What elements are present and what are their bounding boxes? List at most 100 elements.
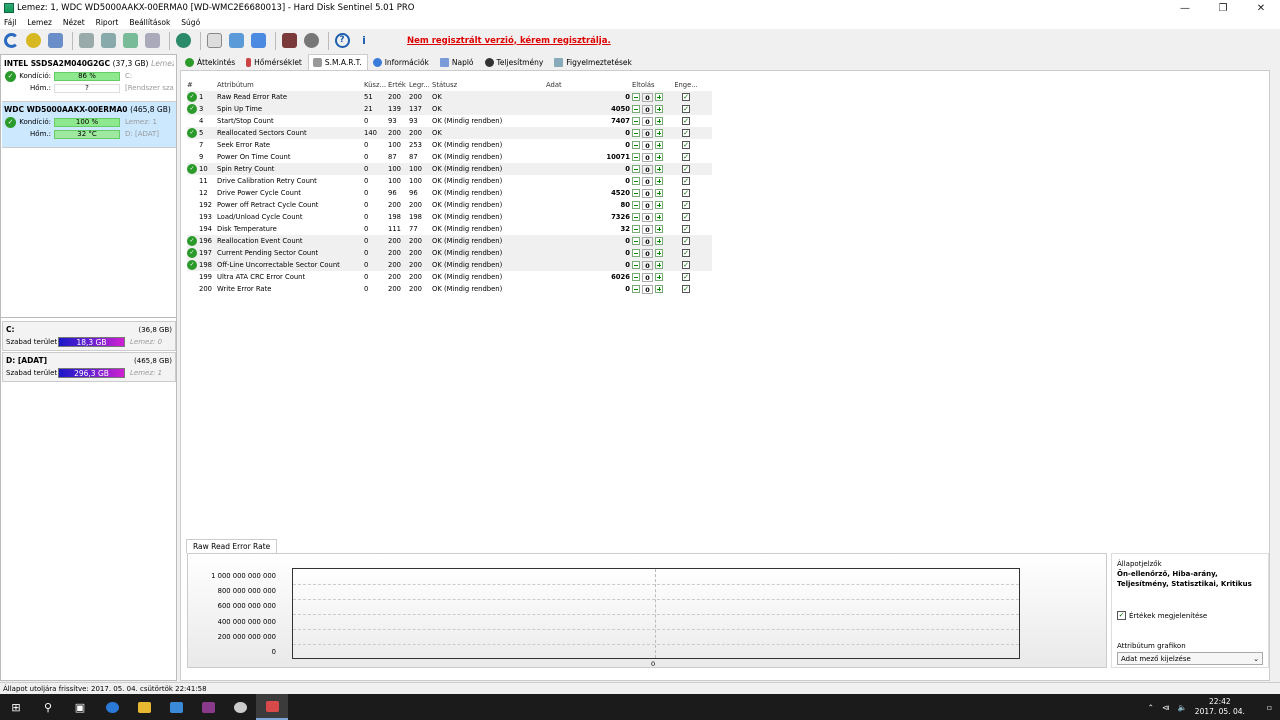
offset-value[interactable]: 0 <box>642 176 653 186</box>
enable-checkbox[interactable]: ✓ <box>682 201 690 209</box>
disk-repair-icon[interactable] <box>121 32 139 50</box>
enable-checkbox[interactable]: ✓ <box>682 261 690 269</box>
tab-overview[interactable]: Áttekintés <box>180 55 241 70</box>
search-icon[interactable]: ⚲ <box>32 694 64 720</box>
menu-file[interactable]: Fájl <box>4 18 16 27</box>
enable-checkbox[interactable]: ✓ <box>682 177 690 185</box>
store-icon[interactable] <box>160 694 192 720</box>
minus-icon[interactable] <box>632 153 640 161</box>
table-row[interactable]: ✓ 10 Spin Retry Count 0 100 100 OK (Mindig ren… <box>187 163 712 175</box>
task-view-icon[interactable]: ▣ <box>64 694 96 720</box>
table-row[interactable]: 7 Seek Error Rate 0 100 253 OK (Mindig rendbe… <box>187 139 712 151</box>
minus-icon[interactable] <box>632 165 640 173</box>
col-threshold[interactable]: Küsz... <box>364 81 388 89</box>
table-row[interactable]: 192 Power off Retract Cycle Count 0 200 200 O… <box>187 199 712 211</box>
offset-value[interactable]: 0 <box>642 224 653 234</box>
app-icon-generic[interactable] <box>224 694 256 720</box>
table-row[interactable]: ✓ 5 Reallocated Sectors Count 140 200 200 OK 0 0… <box>187 127 712 139</box>
offset-value[interactable]: 0 <box>642 128 653 138</box>
disk-tool-icon[interactable] <box>143 32 161 50</box>
col-num[interactable]: # <box>187 81 199 89</box>
menu-report[interactable]: Riport <box>96 18 119 27</box>
col-status[interactable]: Státusz <box>432 81 534 89</box>
table-row[interactable]: ✓ 3 Spin Up Time 21 139 137 OK 4050 0 ✓ <box>187 103 712 115</box>
enable-checkbox[interactable]: ✓ <box>682 93 690 101</box>
plus-icon[interactable] <box>655 273 663 281</box>
minus-icon[interactable] <box>632 177 640 185</box>
disk-surface-icon[interactable] <box>99 32 117 50</box>
offset-value[interactable]: 0 <box>642 104 653 114</box>
enable-checkbox[interactable]: ✓ <box>682 237 690 245</box>
plus-icon[interactable] <box>655 105 663 113</box>
enable-checkbox[interactable]: ✓ <box>682 189 690 197</box>
info-icon[interactable]: i <box>355 32 373 50</box>
minus-icon[interactable] <box>632 201 640 209</box>
explorer-icon[interactable] <box>128 694 160 720</box>
offset-value[interactable]: 0 <box>642 200 653 210</box>
plus-icon[interactable] <box>655 165 663 173</box>
plus-icon[interactable] <box>655 117 663 125</box>
tab-temperature[interactable]: Hőmérséklet <box>241 55 308 70</box>
col-offset[interactable]: Eltolás <box>632 81 675 89</box>
minus-icon[interactable] <box>632 129 640 137</box>
table-row[interactable]: ✓ 198 Off-Line Uncorrectable Sector Count 0… <box>187 259 712 271</box>
table-row[interactable]: 194 Disk Temperature 0 111 77 OK (Mindig rend… <box>187 223 712 235</box>
copy-icon[interactable] <box>227 32 245 50</box>
volume-d[interactable]: D: [ADAT] (465,8 GB) Szabad terület 296,3 … <box>2 352 176 382</box>
plus-icon[interactable] <box>655 285 663 293</box>
offset-value[interactable]: 0 <box>642 248 653 258</box>
offset-value[interactable]: 0 <box>642 212 653 222</box>
minus-icon[interactable] <box>632 237 640 245</box>
hds-taskbar-icon[interactable] <box>256 694 288 720</box>
offset-value[interactable]: 0 <box>642 140 653 150</box>
minus-icon[interactable] <box>632 213 640 221</box>
enable-checkbox[interactable]: ✓ <box>682 153 690 161</box>
minimize-button[interactable]: — <box>1166 0 1204 16</box>
tab-information[interactable]: Információk <box>368 55 435 70</box>
settings-icon[interactable] <box>302 32 320 50</box>
plus-icon[interactable] <box>655 213 663 221</box>
offset-value[interactable]: 0 <box>642 260 653 270</box>
col-data[interactable]: Adat <box>534 81 632 89</box>
enable-checkbox[interactable]: ✓ <box>682 117 690 125</box>
offset-value[interactable]: 0 <box>642 164 653 174</box>
disk-report-icon[interactable] <box>46 32 64 50</box>
menu-settings[interactable]: Beállítások <box>129 18 170 27</box>
disk-item-wdc[interactable]: WDC WD5000AAKX-00ERMA0 (465,8 GB) ✓ Kond… <box>2 102 176 148</box>
offset-value[interactable]: 0 <box>642 272 653 282</box>
help-icon[interactable]: ? <box>333 32 351 50</box>
plus-icon[interactable] <box>655 189 663 197</box>
minus-icon[interactable] <box>632 117 640 125</box>
enable-checkbox[interactable]: ✓ <box>682 141 690 149</box>
globe-icon[interactable] <box>174 32 192 50</box>
offset-value[interactable]: 0 <box>642 284 653 294</box>
table-row[interactable]: 4 Start/Stop Count 0 93 93 OK (Mindig rendben… <box>187 115 712 127</box>
enable-checkbox[interactable]: ✓ <box>682 213 690 221</box>
minus-icon[interactable] <box>632 189 640 197</box>
edge-icon[interactable] <box>96 694 128 720</box>
show-values-option[interactable]: ✓ Értékek megjelenítése <box>1117 611 1263 620</box>
table-row[interactable]: 199 Ultra ATA CRC Error Count 0 200 200 OK (M… <box>187 271 712 283</box>
disk-status-icon[interactable] <box>24 32 42 50</box>
plus-icon[interactable] <box>655 153 663 161</box>
offset-value[interactable]: 0 <box>642 236 653 246</box>
chevron-up-icon[interactable]: ⌃ <box>1148 703 1154 712</box>
monitor-icon[interactable] <box>280 32 298 50</box>
table-row[interactable]: 9 Power On Time Count 0 87 87 OK (Mindig rend… <box>187 151 712 163</box>
enable-checkbox[interactable]: ✓ <box>682 165 690 173</box>
show-values-checkbox[interactable]: ✓ <box>1117 611 1126 620</box>
plus-icon[interactable] <box>655 129 663 137</box>
volume-icon[interactable]: 🔈 <box>1177 703 1186 712</box>
offset-value[interactable]: 0 <box>642 152 653 162</box>
minus-icon[interactable] <box>632 261 640 269</box>
close-button[interactable]: ✕ <box>1242 0 1280 16</box>
plus-icon[interactable] <box>655 141 663 149</box>
col-enable[interactable]: Enge... <box>675 81 697 89</box>
menu-view[interactable]: Nézet <box>63 18 85 27</box>
winrar-icon[interactable] <box>192 694 224 720</box>
clock[interactable]: 22:42 2017. 05. 04. <box>1195 697 1245 717</box>
plus-icon[interactable] <box>655 93 663 101</box>
send-icon[interactable] <box>249 32 267 50</box>
graph-mode-select[interactable]: Adat mező kijelzése ⌄ <box>1117 652 1263 665</box>
register-link[interactable]: Nem regisztrált verzió, kérem regisztrál… <box>407 36 611 46</box>
